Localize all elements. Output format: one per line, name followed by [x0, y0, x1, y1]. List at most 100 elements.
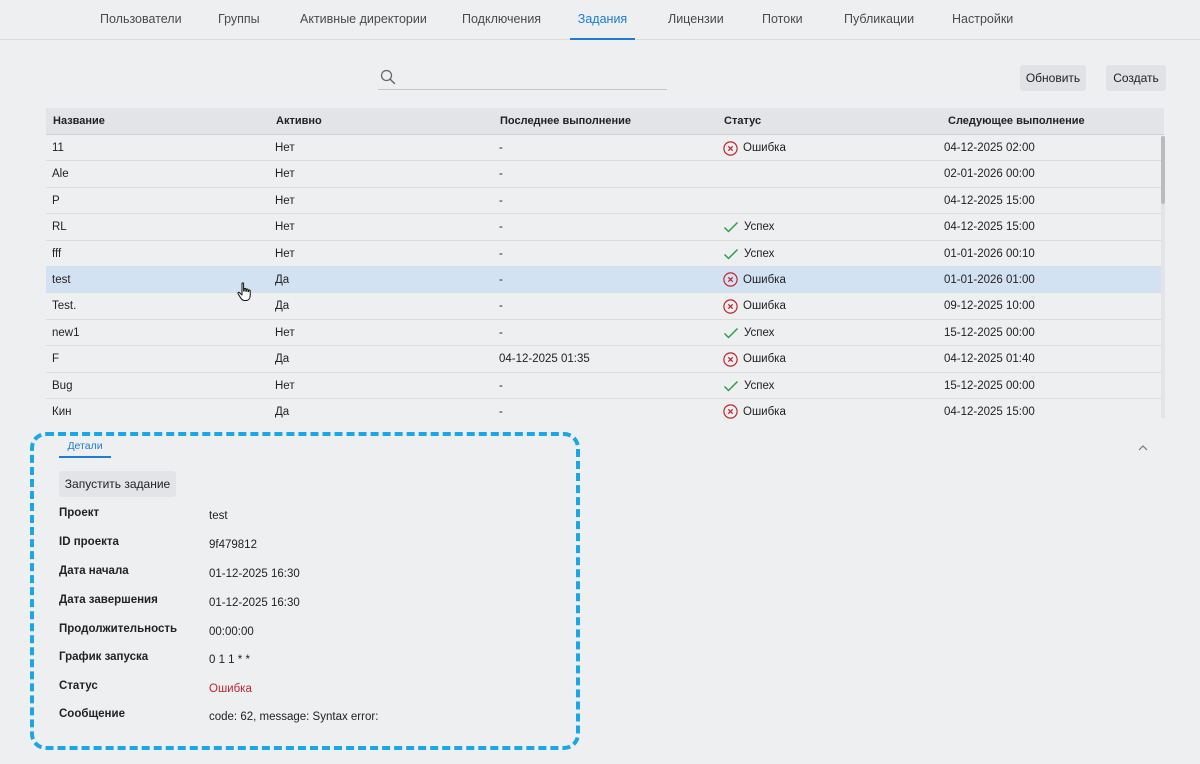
cell-active: Нет: [275, 247, 295, 260]
column-header-next-run[interactable]: Следующее выполнение: [948, 108, 1085, 135]
cell-next-run: 01-01-2026 01:00: [944, 273, 1035, 286]
tab-settings[interactable]: Настройки: [952, 0, 1013, 40]
cell-next-run: 09-12-2025 10:00: [944, 300, 1035, 313]
column-header-last-run[interactable]: Последнее выполнение: [500, 108, 631, 135]
tab-connections[interactable]: Подключения: [462, 0, 541, 40]
cell-last-run: -: [499, 194, 503, 207]
run-job-button[interactable]: Запустить задание: [59, 471, 176, 497]
status-text: Успех: [744, 326, 775, 339]
error-icon: [723, 404, 738, 420]
tab-groups[interactable]: Группы: [218, 0, 260, 40]
scrollbar-thumb[interactable]: [1161, 136, 1165, 204]
table-row[interactable]: test Да - Ошибка 01-01-2026 01:00: [46, 266, 1164, 294]
detail-label: Проект: [59, 507, 100, 519]
search-input[interactable]: [404, 66, 662, 88]
cell-last-run: -: [499, 221, 503, 234]
tab-flows[interactable]: Потоки: [762, 0, 803, 40]
cell-name: Bug: [52, 379, 73, 392]
cell-status: Ошибка: [723, 267, 786, 293]
detail-value: 0 1 1 * *: [209, 654, 250, 666]
top-nav: Пользователи Группы Активные директории …: [0, 0, 1200, 40]
cell-status: Ошибка: [723, 399, 786, 420]
cell-active: Нет: [275, 326, 295, 339]
cell-active: Да: [275, 353, 290, 366]
cell-last-run: -: [499, 300, 503, 313]
detail-label: Сообщение: [59, 708, 125, 720]
table-body: 11 Нет - Ошибка 04-12-2025 02:00 Ale Нет - 02-01…: [46, 135, 1164, 420]
cell-status: Ошибка: [723, 293, 786, 319]
detail-label: Статус: [59, 680, 98, 692]
cell-status: Ошибка: [723, 346, 786, 372]
cell-last-run: -: [499, 247, 503, 260]
column-header-name[interactable]: Название: [53, 108, 105, 135]
table-row[interactable]: F Да 04-12-2025 01:35 Ошибка 04-12-2025 01:4…: [46, 346, 1164, 373]
chevron-up-icon[interactable]: [1137, 440, 1149, 458]
cell-name: fff: [52, 247, 62, 260]
cell-name: Test.: [52, 300, 77, 313]
cell-name: F: [52, 353, 60, 366]
detail-value: 9f479812: [209, 539, 257, 551]
tab-details[interactable]: Детали: [59, 436, 111, 458]
status-text: Ошибка: [743, 405, 786, 418]
table-row[interactable]: P Нет - 04-12-2025 15:00: [46, 188, 1164, 215]
table-scrollbar[interactable]: [1161, 136, 1165, 418]
cell-next-run: 04-12-2025 01:40: [944, 353, 1035, 366]
cell-last-run: -: [499, 379, 503, 392]
tab-licenses[interactable]: Лицензии: [668, 0, 724, 40]
status-text: Успех: [744, 379, 775, 392]
tab-publications[interactable]: Публикации: [844, 0, 914, 40]
status-text: Ошибка: [743, 273, 786, 286]
tab-active-directories[interactable]: Активные директории: [300, 0, 427, 40]
search-icon: [380, 69, 396, 85]
cell-next-run: 02-01-2026 00:00: [944, 168, 1035, 181]
table-row[interactable]: Ale Нет - 02-01-2026 00:00: [46, 161, 1164, 188]
create-button[interactable]: Создать: [1106, 65, 1166, 91]
refresh-button[interactable]: Обновить: [1020, 65, 1086, 91]
checkmark-icon: [723, 248, 739, 260]
table-row[interactable]: RL Нет - Успех 04-12-2025 15:00: [46, 214, 1164, 241]
detail-value: test: [209, 510, 228, 522]
status-text: Успех: [744, 221, 775, 234]
column-header-active[interactable]: Активно: [276, 108, 322, 135]
cell-active: Нет: [275, 194, 295, 207]
error-icon: [723, 299, 738, 314]
detail-label: График запуска: [59, 651, 149, 663]
detail-label: Дата завершения: [59, 594, 158, 606]
cell-name: Кин: [52, 405, 72, 418]
table-row[interactable]: new1 Нет - Успех 15-12-2025 00:00: [46, 320, 1164, 347]
table-row[interactable]: Bug Нет - Успех 15-12-2025 00:00: [46, 373, 1164, 399]
cell-next-run: 15-12-2025 00:00: [944, 379, 1035, 392]
cell-active: Нет: [275, 221, 295, 234]
status-text: Успех: [744, 247, 775, 260]
cell-next-run: 01-01-2026 00:10: [944, 247, 1035, 260]
cell-name: 11: [52, 142, 64, 154]
table-row[interactable]: Кин Да - Ошибка 04-12-2025 15:00: [46, 399, 1164, 420]
cell-last-run: 04-12-2025 01:35: [499, 353, 590, 366]
search-box: [378, 64, 667, 90]
checkmark-icon: [723, 380, 739, 392]
table-row[interactable]: 11 Нет - Ошибка 04-12-2025 02:00: [46, 135, 1164, 162]
status-text: Ошибка: [743, 142, 786, 154]
tab-users[interactable]: Пользователи: [100, 0, 182, 40]
error-icon: [723, 351, 738, 367]
column-header-status[interactable]: Статус: [724, 108, 761, 135]
cell-next-run: 04-12-2025 15:00: [944, 221, 1035, 234]
cell-active: Да: [275, 300, 290, 313]
cell-name: RL: [52, 221, 67, 234]
cell-name: P: [52, 194, 60, 207]
cell-last-run: -: [499, 326, 503, 339]
cell-active: Да: [275, 405, 290, 418]
table-row[interactable]: fff Нет - Успех 01-01-2026 00:10: [46, 241, 1164, 267]
hand-cursor-icon: [236, 282, 254, 307]
table-row[interactable]: Test. Да - Ошибка 09-12-2025 10:00: [46, 293, 1164, 320]
jobs-table: Название Активно Последнее выполнение Ст…: [46, 108, 1164, 420]
checkmark-icon: [723, 222, 739, 233]
cell-status: Успех: [723, 320, 774, 346]
cell-last-run: -: [499, 405, 503, 418]
detail-value: code: 62, message: Syntax error:: [209, 711, 379, 723]
detail-label: Продолжительность: [59, 623, 178, 635]
cell-last-run: -: [499, 273, 503, 286]
cell-next-run: 04-12-2025 02:00: [944, 142, 1035, 154]
detail-value: 00:00:00: [209, 626, 254, 638]
tab-jobs[interactable]: Задания: [570, 0, 635, 40]
